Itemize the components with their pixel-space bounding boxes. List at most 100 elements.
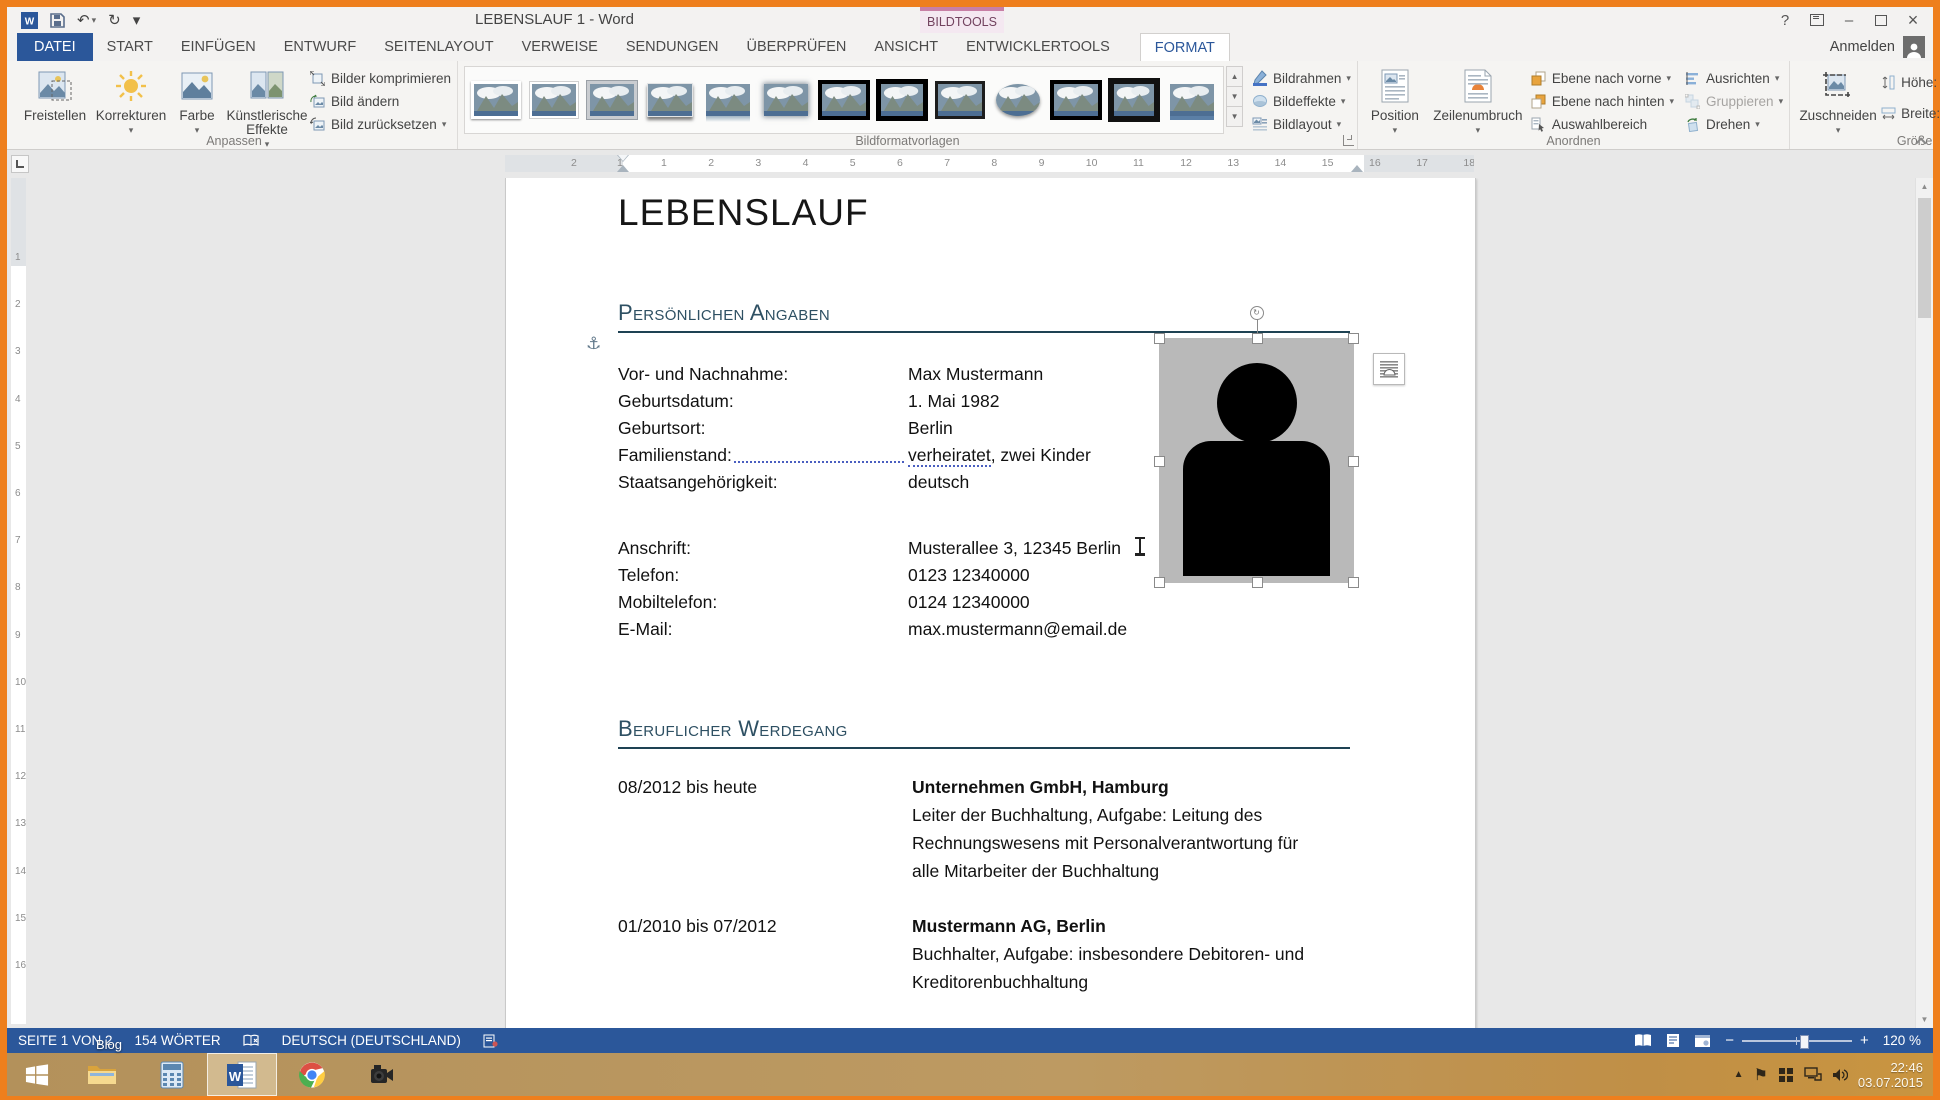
taskbar-calculator-button[interactable] [137,1053,207,1096]
tab-einfuegen[interactable]: EINFÜGEN [167,33,270,61]
tray-expand-button[interactable]: ▲ [1734,1069,1744,1080]
picture-style-thumb[interactable] [818,78,871,122]
resize-handle[interactable] [1154,455,1165,467]
hanging-indent-marker[interactable] [617,159,629,172]
scroll-down-button[interactable]: ▼ [1916,1011,1933,1028]
vertical-scrollbar[interactable]: ▲ ▼ [1915,178,1933,1028]
tab-selector[interactable] [11,155,29,173]
tab-start[interactable]: START [93,33,167,61]
taskbar-camera-button[interactable] [347,1053,417,1096]
tab-entwicklertools[interactable]: ENTWICKLERTOOLS [952,33,1124,61]
right-indent-marker[interactable] [1351,159,1363,172]
drehen-button[interactable]: Drehen ▾ [1684,113,1783,135]
picture-style-thumb[interactable] [470,78,522,122]
tray-window-icon[interactable] [1778,1067,1794,1083]
picture-style-thumb[interactable] [1050,78,1103,122]
bild-zuruecksetzen-button[interactable]: Bild zurücksetzen ▾ [309,113,451,135]
gallery-down-button[interactable]: ▼ [1227,87,1243,107]
proofing-status[interactable] [232,1034,271,1048]
bild-aendern-button[interactable]: Bild ändern [309,90,451,112]
restore-button[interactable] [1865,7,1897,33]
redo-button[interactable]: ↻ [108,11,121,29]
resize-handle[interactable] [1251,333,1263,344]
dialog-launcher-icon[interactable] [1342,135,1354,146]
taskbar-explorer-button[interactable] [67,1053,137,1096]
zoom-percentage[interactable]: 120 % [1883,1033,1921,1048]
picture-style-thumb[interactable] [934,78,986,122]
picture-style-thumb[interactable] [702,78,754,122]
zoom-slider[interactable] [1741,1034,1852,1049]
picture-style-thumb[interactable] [644,78,696,122]
start-button[interactable] [7,1053,67,1096]
zoom-out-button[interactable]: − [1725,1032,1734,1049]
word-count[interactable]: 154 WÖRTER [124,1033,232,1048]
tray-clock[interactable]: 22:46 03.07.2015 [1858,1060,1923,1090]
macro-recording-button[interactable] [472,1034,509,1048]
resize-handle[interactable] [1251,577,1263,588]
tab-datei[interactable]: DATEI [17,33,93,61]
bildlayout-button[interactable]: Bildlayout ▾ [1251,113,1351,135]
ebene-nach-hinten-button[interactable]: Ebene nach hinten ▾ [1530,90,1674,112]
taskbar-word-button[interactable]: W [207,1053,277,1096]
scrollbar-thumb[interactable] [1918,198,1931,318]
zuschneiden-button[interactable]: Zuschneiden ▾ [1796,64,1880,137]
ebene-nach-vorne-button[interactable]: Ebene nach vorne ▾ [1530,67,1674,89]
print-layout-button[interactable] [1666,1033,1680,1048]
action-center-flag-icon[interactable]: ⚑ [1754,1065,1768,1085]
zoom-in-button[interactable]: + [1860,1032,1869,1049]
freistellen-button[interactable]: Freistellen [17,64,93,123]
selected-picture[interactable]: ↻ [1154,306,1359,588]
picture-style-thumb[interactable] [876,78,929,122]
ribbon-display-options-button[interactable] [1801,7,1833,33]
rotation-handle[interactable]: ↻ [1249,306,1264,320]
customize-qat-button[interactable]: ▾ [133,11,141,29]
sign-in[interactable]: Anmelden [1830,33,1933,61]
read-mode-button[interactable] [1634,1033,1652,1048]
resize-handle[interactable] [1154,577,1165,588]
picture-style-thumb[interactable] [528,78,580,122]
korrekturen-button[interactable]: Korrekturen ▾ [93,64,169,137]
bildrahmen-button[interactable]: Bildrahmen ▾ [1251,67,1351,89]
tab-sendungen[interactable]: SENDUNGEN [612,33,733,61]
auswahlbereich-button[interactable]: Auswahlbereich [1530,113,1674,135]
web-layout-button[interactable] [1694,1034,1711,1048]
farbe-button[interactable]: Farbe ▾ [169,64,225,137]
close-button[interactable]: × [1897,7,1929,33]
bildeffekte-button[interactable]: Bildeffekte ▾ [1251,90,1351,112]
picture-style-thumb[interactable] [1166,78,1218,122]
bilder-komprimieren-button[interactable]: Bilder komprimieren [309,67,451,89]
tab-seitenlayout[interactable]: SEITENLAYOUT [370,33,507,61]
tab-ansicht[interactable]: ANSICHT [860,33,952,61]
picture-style-thumb[interactable] [760,78,812,122]
gruppieren-button[interactable]: Gruppieren ▾ [1684,90,1783,112]
document-page[interactable]: LEBENSLAUF Persönlichen Angaben ⚓ Vor- u… [505,178,1476,1028]
resize-handle[interactable] [1348,455,1359,467]
gallery-more-button[interactable]: ▼ [1227,107,1243,126]
tab-ueberpruefen[interactable]: ÜBERPRÜFEN [733,33,861,61]
taskbar-chrome-button[interactable] [277,1053,347,1096]
minimize-button[interactable]: – [1833,7,1865,33]
gallery-up-button[interactable]: ▲ [1227,67,1243,87]
volume-icon[interactable] [1832,1068,1848,1082]
zeilenumbruch-button[interactable]: Zeilenumbruch ▾ [1426,64,1530,137]
layout-options-button[interactable] [1373,353,1405,385]
resize-handle[interactable] [1154,333,1165,344]
network-icon[interactable] [1804,1067,1822,1082]
tab-format[interactable]: FORMAT [1139,33,1230,62]
tab-verweise[interactable]: VERWEISE [508,33,612,61]
scroll-up-button[interactable]: ▲ [1916,178,1933,195]
help-button[interactable]: ? [1769,7,1801,33]
language-indicator[interactable]: DEUTSCH (DEUTSCHLAND) [271,1033,472,1048]
resize-handle[interactable] [1348,577,1359,588]
position-button[interactable]: Position ▾ [1364,64,1426,137]
picture-style-thumb[interactable] [1108,78,1161,122]
undo-button[interactable]: ↶ ▾ [77,11,96,29]
picture-style-thumb[interactable] [586,78,638,122]
ausrichten-button[interactable]: Ausrichten ▾ [1684,67,1783,89]
picture-style-thumb[interactable] [992,78,1044,122]
zoom-slider-knob[interactable] [1799,1034,1809,1049]
tab-entwurf[interactable]: ENTWURF [270,33,371,61]
save-button[interactable] [50,12,65,28]
collapse-ribbon-button[interactable] [1916,136,1925,145]
resize-handle[interactable] [1348,333,1359,344]
